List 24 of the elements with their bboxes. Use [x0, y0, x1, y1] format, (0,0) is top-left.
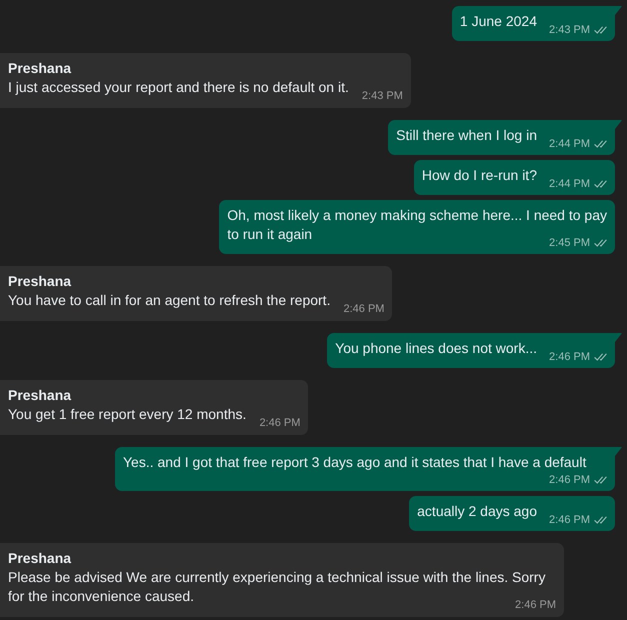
message-time: 2:46 PM [259, 416, 300, 430]
sender-name: Preshana [8, 549, 72, 568]
sender-name: Preshana [8, 272, 72, 291]
message-text: How do I re-run it? [422, 167, 537, 183]
message-time: 2:46 PM [549, 473, 590, 487]
message-text: You phone lines does not work... [335, 340, 537, 356]
sender-name: Preshana [8, 386, 72, 405]
message-time: 2:46 PM [515, 598, 556, 612]
message-time: 2:46 PM [344, 302, 384, 316]
message-text: Still there when I log in [396, 127, 537, 143]
message-time: 2:46 PM [549, 513, 590, 527]
message-text: 1 June 2024 [460, 13, 537, 29]
sender-name: Preshana [8, 59, 72, 78]
message-text: actually 2 days ago [417, 503, 537, 519]
message-text: I just accessed your report and there is no default on it. [8, 79, 349, 95]
message-time: 2:44 PM [549, 137, 590, 151]
message-time: 2:46 PM [549, 350, 590, 364]
message-text: You have to call in for an agent to refresh the report. [8, 292, 330, 308]
message-text: Yes.. and I got that free report 3 days ago and it states that I have a default [123, 454, 586, 470]
message-time: 2:44 PM [549, 177, 590, 191]
message-time: 2:45 PM [549, 236, 590, 250]
message-time: 2:43 PM [362, 89, 403, 103]
message-time: 2:43 PM [549, 23, 590, 37]
message-text: You get 1 free report every 12 months. [8, 406, 246, 422]
